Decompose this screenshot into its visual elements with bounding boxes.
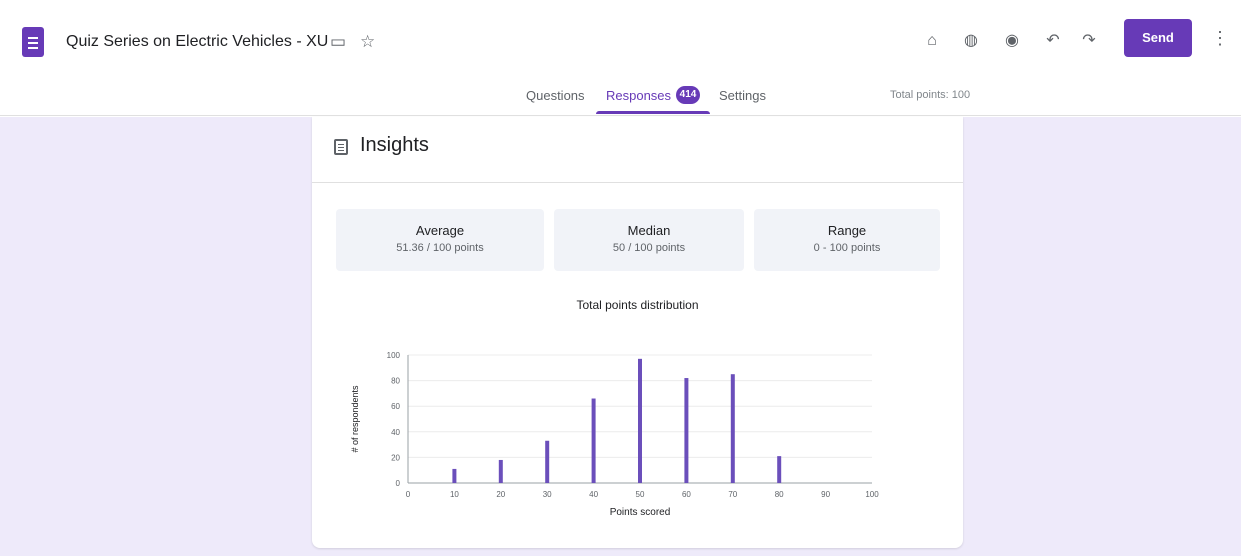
y-tick-label: 0 [396,479,401,488]
y-tick-label: 100 [387,351,401,360]
stat-median: Median 50 / 100 points [554,209,744,271]
top-bar: Quiz Series on Electric Vehicles - XU ▭ … [0,0,1241,116]
x-tick-label: 90 [821,490,830,499]
eye-preview-icon[interactable]: ◉ [1001,30,1023,52]
x-tick-label: 20 [496,490,505,499]
x-tick-label: 80 [775,490,784,499]
tab-responses[interactable]: Responses [606,88,671,103]
y-tick-label: 20 [391,453,400,462]
points-distribution-chart: 0 20 40 60 80 100 0 10 20 30 40 50 60 70 80 90 100 Points… [350,351,879,518]
stat-range-value: 0 - 100 points [813,242,881,254]
bar [545,440,550,483]
tab-questions[interactable]: Questions [526,88,585,103]
insights-header: Insights [312,117,963,183]
bar [638,358,642,483]
x-tick-label: 30 [543,490,552,499]
y-tick-label: 60 [391,402,400,411]
x-axis-label: Points scored [610,507,671,518]
stat-average-value: 51.36 / 100 points [396,242,484,254]
active-tab-indicator [596,111,710,114]
tab-settings[interactable]: Settings [719,88,766,103]
document-title[interactable]: Quiz Series on Electric Vehicles - XU [66,33,328,51]
bar [591,398,596,483]
insights-icon [334,139,348,155]
stat-average: Average 51.36 / 100 points [336,209,544,271]
more-vert-icon[interactable]: ⋮ [1210,26,1230,50]
y-axis-label: # of respondents [350,385,360,453]
palette-icon[interactable]: ◍ [960,30,982,52]
addon-icon[interactable]: ⌂ [921,30,943,52]
x-tick-label: 40 [589,490,598,499]
chart-title: Total points distribution [576,298,699,312]
bar [730,374,735,483]
x-tick-label: 50 [636,490,645,499]
folder-icon[interactable]: ▭ [330,33,346,51]
stat-median-value: 50 / 100 points [612,242,686,254]
x-tick-label: 10 [450,490,459,499]
bar [684,378,689,483]
stat-range-label: Range [827,223,867,238]
bar [777,456,782,483]
x-tick-label: 0 [406,490,411,499]
forms-doc-icon[interactable] [22,27,44,57]
stat-median-label: Median [627,223,671,238]
insights-card: Insights Average 51.36 / 100 points Medi… [312,117,963,548]
x-tick-label: 70 [728,490,737,499]
bar [498,459,503,483]
stat-range: Range 0 - 100 points [754,209,940,271]
insights-title: Insights [360,134,429,156]
bar [452,468,457,483]
x-tick-label: 100 [865,490,879,499]
stat-average-label: Average [415,223,465,238]
redo-icon[interactable]: ↷ [1078,30,1100,52]
y-tick-label: 80 [391,377,400,386]
y-tick-label: 40 [391,428,400,437]
undo-icon[interactable]: ↶ [1042,30,1064,52]
x-tick-label: 60 [682,490,691,499]
send-button[interactable]: Send [1124,19,1192,57]
total-points-label: Total points: 100 [890,89,971,101]
star-icon[interactable]: ☆ [360,33,375,51]
responses-count-badge: 414 [676,86,700,104]
